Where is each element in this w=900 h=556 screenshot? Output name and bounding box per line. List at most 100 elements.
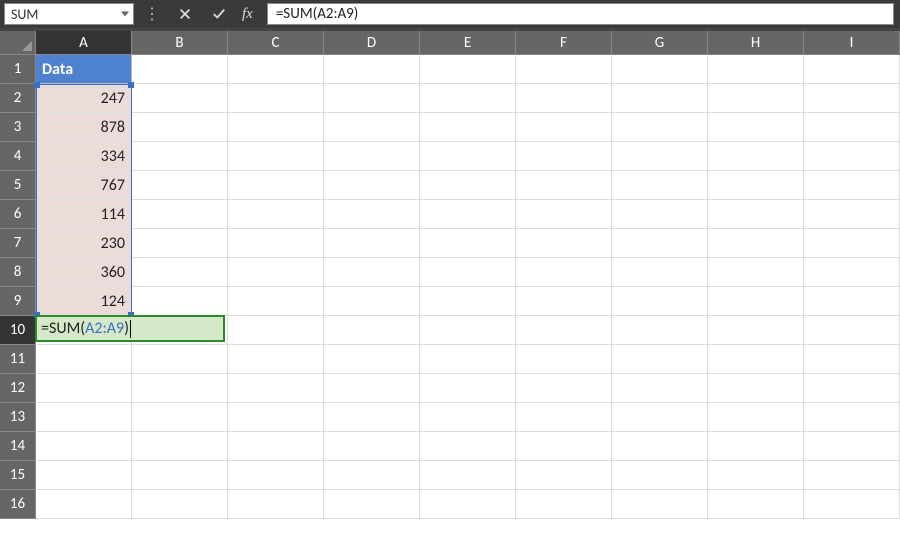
cell-f11[interactable] (516, 345, 612, 374)
row-header-7[interactable]: 7 (0, 229, 36, 258)
cell-h3[interactable] (708, 113, 804, 142)
column-header-f[interactable]: F (516, 31, 612, 55)
cell-a2[interactable]: 247 (36, 84, 132, 113)
cell-e4[interactable] (420, 142, 516, 171)
insert-function-button[interactable]: fx (238, 6, 257, 23)
cell-d13[interactable] (324, 403, 420, 432)
cell-c5[interactable] (228, 171, 324, 200)
cell-e2[interactable] (420, 84, 516, 113)
cell-a3[interactable]: 878 (36, 113, 132, 142)
cell-g13[interactable] (612, 403, 708, 432)
cell-e14[interactable] (420, 432, 516, 461)
cell-g9[interactable] (612, 287, 708, 316)
column-header-d[interactable]: D (324, 31, 420, 55)
row-header-1[interactable]: 1 (0, 55, 36, 84)
cell-d8[interactable] (324, 258, 420, 287)
cell-c7[interactable] (228, 229, 324, 258)
row-header-13[interactable]: 13 (0, 403, 36, 432)
active-cell-editor[interactable]: =SUM(A2:A9) (35, 315, 225, 342)
cell-a4[interactable]: 334 (36, 142, 132, 171)
column-header-h[interactable]: H (708, 31, 804, 55)
cell-g14[interactable] (612, 432, 708, 461)
cell-a1[interactable]: Data (36, 55, 132, 84)
column-header-b[interactable]: B (132, 31, 228, 55)
cell-a16[interactable] (36, 490, 132, 519)
cell-b8[interactable] (132, 258, 228, 287)
cell-g3[interactable] (612, 113, 708, 142)
cell-i4[interactable] (804, 142, 900, 171)
cell-f10[interactable] (516, 316, 612, 345)
cell-f4[interactable] (516, 142, 612, 171)
cell-g1[interactable] (612, 55, 708, 84)
cell-b7[interactable] (132, 229, 228, 258)
cell-i14[interactable] (804, 432, 900, 461)
cell-a12[interactable] (36, 374, 132, 403)
cell-b15[interactable] (132, 461, 228, 490)
cell-d11[interactable] (324, 345, 420, 374)
cell-d4[interactable] (324, 142, 420, 171)
row-header-15[interactable]: 15 (0, 461, 36, 490)
cell-d9[interactable] (324, 287, 420, 316)
cancel-formula-button[interactable] (170, 3, 200, 25)
cell-a6[interactable]: 114 (36, 200, 132, 229)
cell-i16[interactable] (804, 490, 900, 519)
cell-e1[interactable] (420, 55, 516, 84)
cell-a13[interactable] (36, 403, 132, 432)
cell-b16[interactable] (132, 490, 228, 519)
cell-h13[interactable] (708, 403, 804, 432)
cell-i9[interactable] (804, 287, 900, 316)
column-header-e[interactable]: E (420, 31, 516, 55)
cell-a8[interactable]: 360 (36, 258, 132, 287)
row-header-2[interactable]: 2 (0, 84, 36, 113)
cell-i6[interactable] (804, 200, 900, 229)
cell-c3[interactable] (228, 113, 324, 142)
cell-a14[interactable] (36, 432, 132, 461)
cell-f2[interactable] (516, 84, 612, 113)
row-header-3[interactable]: 3 (0, 113, 36, 142)
row-header-11[interactable]: 11 (0, 345, 36, 374)
cell-f13[interactable] (516, 403, 612, 432)
cell-c8[interactable] (228, 258, 324, 287)
cell-a15[interactable] (36, 461, 132, 490)
row-header-6[interactable]: 6 (0, 200, 36, 229)
column-header-a[interactable]: A (36, 31, 132, 55)
cell-e3[interactable] (420, 113, 516, 142)
row-header-12[interactable]: 12 (0, 374, 36, 403)
cell-h7[interactable] (708, 229, 804, 258)
cell-c16[interactable] (228, 490, 324, 519)
cell-i7[interactable] (804, 229, 900, 258)
cell-i3[interactable] (804, 113, 900, 142)
cell-d15[interactable] (324, 461, 420, 490)
cell-a5[interactable]: 767 (36, 171, 132, 200)
cell-d12[interactable] (324, 374, 420, 403)
cell-h16[interactable] (708, 490, 804, 519)
cell-b2[interactable] (132, 84, 228, 113)
cell-h14[interactable] (708, 432, 804, 461)
cell-f6[interactable] (516, 200, 612, 229)
cell-b3[interactable] (132, 113, 228, 142)
cell-f9[interactable] (516, 287, 612, 316)
cell-e13[interactable] (420, 403, 516, 432)
cell-h6[interactable] (708, 200, 804, 229)
cell-e10[interactable] (420, 316, 516, 345)
cell-h10[interactable] (708, 316, 804, 345)
cell-a9[interactable]: 124 (36, 287, 132, 316)
cell-i11[interactable] (804, 345, 900, 374)
cell-d5[interactable] (324, 171, 420, 200)
cell-c6[interactable] (228, 200, 324, 229)
cell-c15[interactable] (228, 461, 324, 490)
select-all-button[interactable] (0, 31, 36, 55)
cell-h8[interactable] (708, 258, 804, 287)
cell-g4[interactable] (612, 142, 708, 171)
formula-input[interactable]: =SUM(A2:A9) (267, 3, 894, 25)
cell-b11[interactable] (132, 345, 228, 374)
column-header-i[interactable]: I (804, 31, 900, 55)
cell-i10[interactable] (804, 316, 900, 345)
cell-d3[interactable] (324, 113, 420, 142)
cell-d2[interactable] (324, 84, 420, 113)
cell-f12[interactable] (516, 374, 612, 403)
cell-g12[interactable] (612, 374, 708, 403)
cell-d16[interactable] (324, 490, 420, 519)
cell-f1[interactable] (516, 55, 612, 84)
cell-h12[interactable] (708, 374, 804, 403)
